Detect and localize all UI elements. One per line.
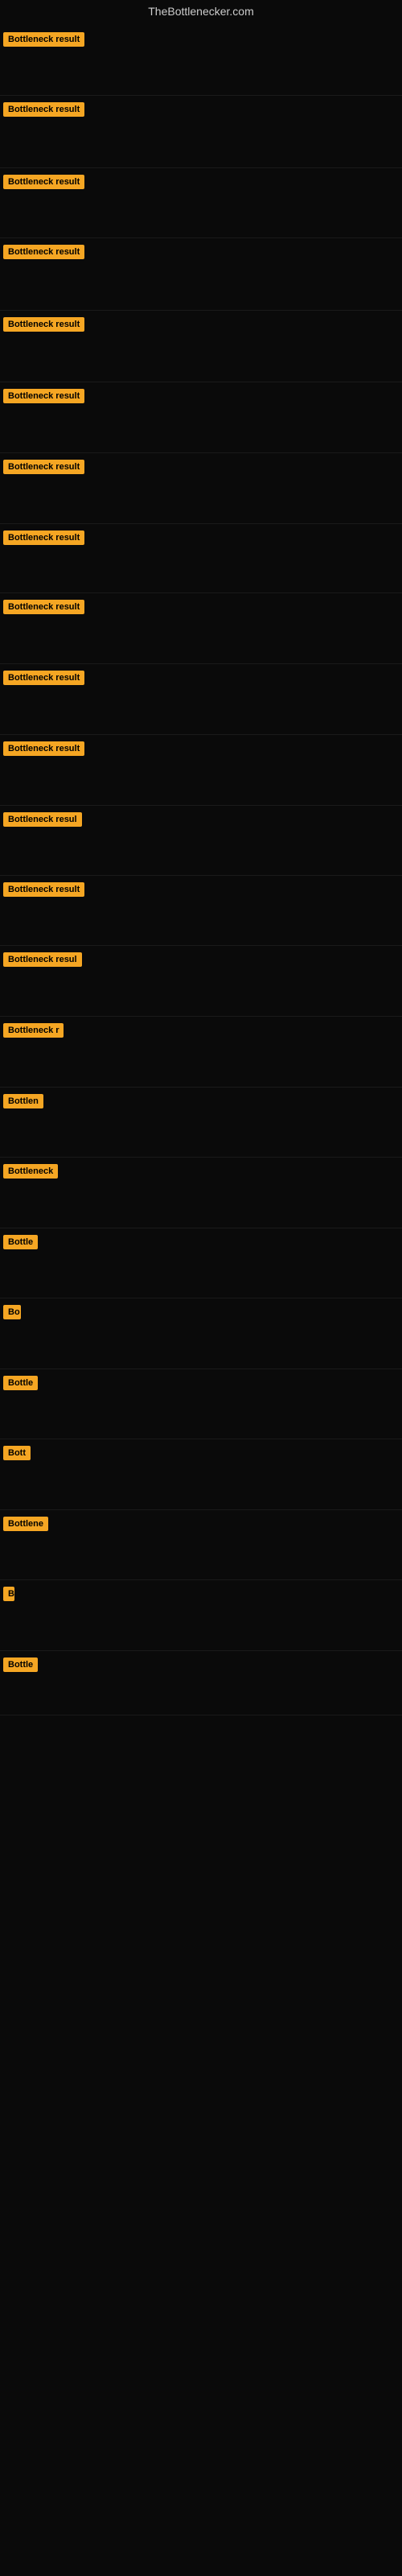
bottleneck-badge-9[interactable]: Bottleneck result bbox=[3, 600, 84, 614]
bottleneck-row-24: Bottle bbox=[0, 1651, 402, 1715]
bottleneck-badge-4[interactable]: Bottleneck result bbox=[3, 245, 84, 259]
bottleneck-row-11: Bottleneck result bbox=[0, 735, 402, 806]
bottleneck-row-10: Bottleneck result bbox=[0, 664, 402, 735]
bottleneck-badge-19[interactable]: Bo bbox=[3, 1305, 21, 1319]
bottleneck-row-13: Bottleneck result bbox=[0, 876, 402, 946]
bottleneck-row-15: Bottleneck r bbox=[0, 1017, 402, 1088]
bottleneck-badge-8[interactable]: Bottleneck result bbox=[3, 530, 84, 545]
bottleneck-row-5: Bottleneck result bbox=[0, 311, 402, 382]
bottleneck-badge-14[interactable]: Bottleneck resul bbox=[3, 952, 82, 967]
bottleneck-row-9: Bottleneck result bbox=[0, 593, 402, 664]
bottleneck-row-18: Bottle bbox=[0, 1228, 402, 1298]
bottleneck-row-22: Bottlene bbox=[0, 1510, 402, 1580]
bottleneck-badge-1[interactable]: Bottleneck result bbox=[3, 32, 84, 47]
bottleneck-badge-21[interactable]: Bott bbox=[3, 1446, 31, 1460]
bottleneck-row-6: Bottleneck result bbox=[0, 382, 402, 453]
bottleneck-row-23: B bbox=[0, 1580, 402, 1651]
bottleneck-badge-18[interactable]: Bottle bbox=[3, 1235, 38, 1249]
bottleneck-row-21: Bott bbox=[0, 1439, 402, 1510]
bottleneck-row-2: Bottleneck result bbox=[0, 96, 402, 168]
bottleneck-badge-20[interactable]: Bottle bbox=[3, 1376, 38, 1390]
bottleneck-row-20: Bottle bbox=[0, 1369, 402, 1439]
bottleneck-row-19: Bo bbox=[0, 1298, 402, 1369]
bottleneck-badge-15[interactable]: Bottleneck r bbox=[3, 1023, 64, 1038]
bottleneck-badge-5[interactable]: Bottleneck result bbox=[3, 317, 84, 332]
bottleneck-row-3: Bottleneck result bbox=[0, 168, 402, 238]
bottleneck-row-7: Bottleneck result bbox=[0, 453, 402, 524]
site-title: TheBottlenecker.com bbox=[0, 0, 402, 26]
bottleneck-badge-17[interactable]: Bottleneck bbox=[3, 1164, 58, 1179]
bottleneck-badge-24[interactable]: Bottle bbox=[3, 1657, 38, 1672]
bottleneck-row-8: Bottleneck result bbox=[0, 524, 402, 593]
bottleneck-badge-11[interactable]: Bottleneck result bbox=[3, 741, 84, 756]
bottleneck-badge-13[interactable]: Bottleneck result bbox=[3, 882, 84, 897]
bottleneck-badge-23[interactable]: B bbox=[3, 1587, 14, 1601]
page-wrapper: TheBottlenecker.com Bottleneck resultBot… bbox=[0, 0, 402, 2520]
bottleneck-row-1: Bottleneck result bbox=[0, 26, 402, 96]
bottleneck-row-17: Bottleneck bbox=[0, 1158, 402, 1228]
bottleneck-row-14: Bottleneck resul bbox=[0, 946, 402, 1017]
bottleneck-badge-16[interactable]: Bottlen bbox=[3, 1094, 43, 1108]
rows-container: Bottleneck result Bottleneck result Bottle… bbox=[0, 26, 402, 2520]
bottleneck-badge-2[interactable]: Bottleneck result bbox=[3, 102, 84, 117]
bottleneck-badge-6[interactable]: Bottleneck result bbox=[3, 389, 84, 403]
bottleneck-badge-7[interactable]: Bottleneck result bbox=[3, 460, 84, 474]
bottleneck-badge-10[interactable]: Bottleneck result bbox=[3, 671, 84, 685]
bottleneck-badge-3[interactable]: Bottleneck result bbox=[3, 175, 84, 189]
bottleneck-badge-22[interactable]: Bottlene bbox=[3, 1517, 48, 1531]
bottleneck-row-4: Bottleneck result bbox=[0, 238, 402, 311]
bottleneck-badge-12[interactable]: Bottleneck resul bbox=[3, 812, 82, 827]
bottleneck-row-16: Bottlen bbox=[0, 1088, 402, 1158]
bottleneck-row-12: Bottleneck resul bbox=[0, 806, 402, 876]
